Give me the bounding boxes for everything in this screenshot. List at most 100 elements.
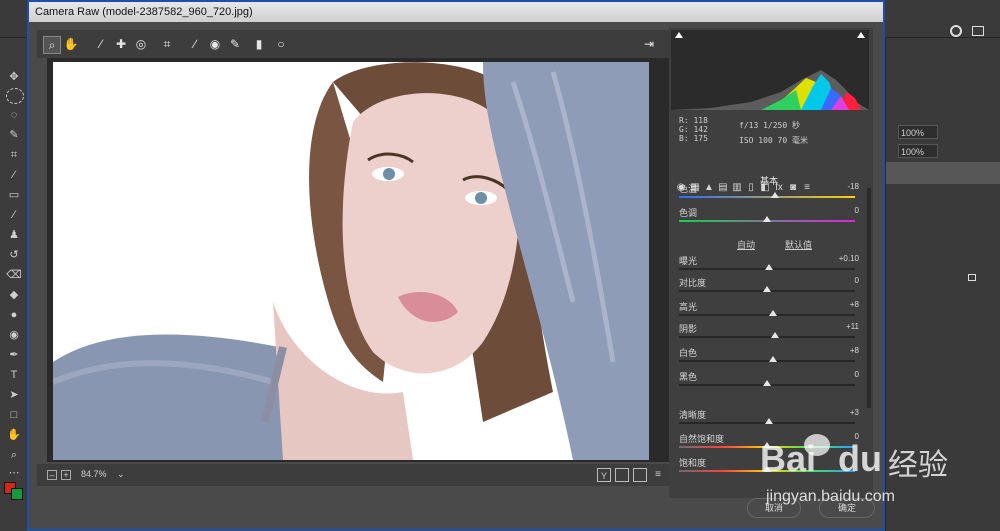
preview-bottom-bar: – + 84.7% ⌄ Y ≡ — [37, 464, 669, 486]
preview-settings-icon[interactable]: ≡ — [651, 468, 665, 482]
shadow-clipping-icon[interactable] — [675, 32, 683, 38]
histogram-graph — [671, 30, 869, 110]
watermark-url: jingyan.baidu.com — [766, 488, 895, 505]
brush-tool-icon[interactable]: ∕ — [6, 208, 22, 222]
copy-settings-icon[interactable] — [633, 468, 647, 482]
slider-track[interactable] — [679, 314, 855, 316]
slider-track[interactable] — [679, 196, 855, 198]
highlight-clipping-icon[interactable] — [857, 32, 865, 38]
slider-label: 色调 — [679, 208, 698, 218]
slider-knob[interactable] — [771, 192, 779, 198]
slider-label: 高光 — [679, 302, 698, 312]
slider-value[interactable]: 0 — [855, 276, 859, 285]
slider-blacks[interactable]: 黑色 0 — [679, 370, 859, 392]
eyedropper-icon[interactable]: ⁄ — [6, 168, 22, 182]
hand-icon[interactable]: ✋ — [63, 36, 79, 52]
photo-preview — [53, 62, 649, 460]
slider-value[interactable]: +11 — [846, 322, 859, 331]
layer-row-selected[interactable] — [886, 162, 1000, 184]
lock-icon — [968, 274, 976, 281]
layout-icon[interactable] — [972, 26, 984, 36]
search-icon[interactable] — [950, 25, 962, 37]
path-select-icon[interactable]: ➤ — [6, 388, 22, 402]
slider-track[interactable] — [679, 360, 855, 362]
watermark-brand-du: du — [838, 438, 882, 479]
spot-removal-icon[interactable]: ✎ — [227, 36, 243, 52]
camera-raw-toolbar: ⌕ ✋ ⁄ ✚ ◎ ⌗ ∕ ◉ ✎ ▮ ○ ⇥ — [37, 30, 669, 58]
slider-knob[interactable] — [765, 264, 773, 270]
slider-knob[interactable] — [769, 356, 777, 362]
crop-tool-icon[interactable]: ⌗ — [6, 148, 22, 162]
slider-value[interactable]: +8 — [850, 346, 859, 355]
slider-value[interactable]: +3 — [850, 408, 859, 417]
slider-shadows[interactable]: 阴影 +11 — [679, 322, 859, 344]
default-button[interactable]: 默认值 — [785, 238, 812, 251]
open-prefs-icon[interactable]: ⇥ — [641, 36, 657, 52]
history-brush-icon[interactable]: ↺ — [6, 248, 22, 262]
slider-tint[interactable]: 色调 0 — [679, 206, 859, 228]
slider-temperature[interactable]: 色温 -18 — [679, 182, 859, 204]
slider-label: 黑色 — [679, 372, 698, 382]
slider-contrast[interactable]: 对比度 0 — [679, 276, 859, 298]
zoom-level[interactable]: 84.7% — [81, 469, 107, 479]
camera-iso-info: ISO 100 70 毫米 — [739, 136, 808, 145]
targeted-adjustment-icon[interactable]: ◎ — [133, 36, 149, 52]
slider-knob[interactable] — [769, 310, 777, 316]
slider-knob[interactable] — [763, 216, 771, 222]
swap-icon[interactable] — [615, 468, 629, 482]
red-eye-icon[interactable]: ◉ — [207, 36, 223, 52]
dodge-icon[interactable]: ◉ — [6, 328, 22, 342]
slider-exposure[interactable]: 曝光 +0.10 — [679, 254, 859, 276]
slider-knob[interactable] — [763, 286, 771, 292]
eraser-icon[interactable]: ⌫ — [6, 268, 22, 282]
baidu-watermark: Bai du 经验 jingyan.baidu.com — [760, 418, 980, 528]
window-title: Camera Raw (model-2387582_960_720.jpg) — [29, 2, 883, 22]
auto-button[interactable]: 自动 — [737, 238, 755, 251]
zoom-dropdown-icon[interactable]: ⌄ — [117, 469, 125, 480]
straighten-icon[interactable]: ∕ — [187, 36, 203, 52]
brush-icon[interactable]: ▮ — [251, 36, 267, 52]
graduated-filter-icon[interactable]: ○ — [273, 36, 289, 52]
zoom-tool-icon[interactable]: ⌕ — [6, 448, 22, 462]
bucket-icon[interactable]: ◆ — [6, 288, 22, 302]
zoom-out-button[interactable]: – — [47, 470, 57, 480]
stamp-icon[interactable]: ♟ — [6, 228, 22, 242]
zoom-icon[interactable]: ⌕ — [43, 36, 61, 54]
lasso-icon[interactable]: ◌ — [6, 108, 22, 122]
slider-knob[interactable] — [763, 380, 771, 386]
blur-icon[interactable]: ● — [6, 308, 22, 322]
watermark-brand: Bai — [760, 438, 817, 479]
slider-knob[interactable] — [771, 332, 779, 338]
more-tools-icon[interactable]: ⋯ — [6, 466, 22, 480]
fill-field[interactable]: 100% — [898, 144, 938, 158]
slider-whites[interactable]: 白色 +8 — [679, 346, 859, 368]
type-icon[interactable]: T — [6, 368, 22, 382]
slider-track[interactable] — [679, 336, 855, 338]
panel-scrollbar[interactable] — [867, 188, 871, 408]
crop-icon[interactable]: ⌗ — [159, 36, 175, 52]
slider-label: 白色 — [679, 348, 698, 358]
slider-highlights[interactable]: 高光 +8 — [679, 300, 859, 322]
slider-value[interactable]: 0 — [855, 370, 859, 379]
slider-value[interactable]: 0 — [855, 206, 859, 215]
slider-value[interactable]: +0.10 — [839, 254, 859, 263]
move-tool-icon[interactable]: ✥ — [6, 70, 22, 84]
white-balance-icon[interactable]: ⁄ — [93, 36, 109, 52]
rectangle-icon[interactable]: □ — [6, 408, 22, 422]
slider-value[interactable]: +8 — [850, 300, 859, 309]
elliptical-marquee-icon[interactable] — [6, 88, 24, 104]
background-color-swatch[interactable] — [11, 488, 23, 500]
zoom-in-button[interactable]: + — [61, 470, 71, 480]
slider-label: 自然饱和度 — [679, 434, 725, 444]
before-after-y-icon[interactable]: Y — [597, 468, 611, 482]
readout-g: G: 142 — [679, 125, 708, 134]
histogram — [671, 30, 869, 110]
opacity-field[interactable]: 100% — [898, 125, 938, 139]
pen-icon[interactable]: ✒ — [6, 348, 22, 362]
slider-label: 曝光 — [679, 256, 698, 266]
healing-icon[interactable]: ▭ — [6, 188, 22, 202]
quick-select-icon[interactable]: ✎ — [6, 128, 22, 142]
hand-tool-icon[interactable]: ✋ — [6, 428, 22, 442]
color-sampler-icon[interactable]: ✚ — [113, 36, 129, 52]
slider-value[interactable]: -18 — [847, 182, 859, 191]
